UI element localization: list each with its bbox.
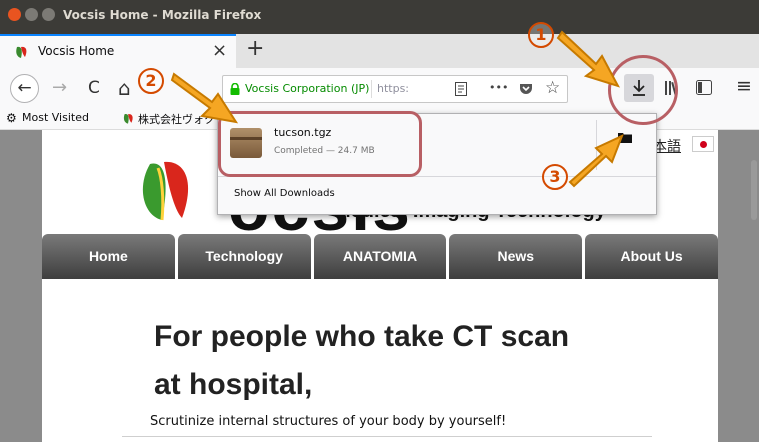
- japan-flag-icon[interactable]: [692, 136, 714, 152]
- gear-icon: ⚙: [6, 111, 17, 125]
- nav-about-us[interactable]: About Us: [585, 234, 718, 279]
- step-1-badge: 1: [528, 22, 554, 48]
- window-maximize-button[interactable]: [42, 8, 55, 21]
- reload-button[interactable]: C: [88, 78, 100, 98]
- tab-close-icon[interactable]: ×: [212, 40, 227, 61]
- nav-technology[interactable]: Technology: [177, 234, 311, 279]
- subheading: Scrutinize internal structures of your b…: [150, 414, 507, 429]
- reader-view-icon[interactable]: [455, 82, 467, 96]
- url-text[interactable]: https:: [377, 82, 409, 95]
- nav-news[interactable]: News: [449, 234, 583, 279]
- arrow-to-downloads-icon: [556, 30, 621, 88]
- show-all-downloads-button[interactable]: Show All Downloads: [234, 188, 335, 199]
- bookmark-most-visited[interactable]: Most Visited: [22, 111, 89, 124]
- highlight-download-item: [218, 111, 422, 177]
- headline-line-1: For people who take CT scan: [154, 320, 570, 353]
- vocsis-bookmark-icon: [123, 114, 133, 124]
- window-minimize-button[interactable]: [25, 8, 38, 21]
- nav-home[interactable]: Home: [42, 234, 175, 279]
- title-bar: Vocsis Home - Mozilla Firefox: [0, 0, 759, 34]
- arrow-to-download-item-icon: [170, 72, 239, 124]
- new-tab-button[interactable]: +: [246, 36, 264, 61]
- back-button[interactable]: ←: [10, 74, 39, 103]
- hamburger-menu-button[interactable]: ≡: [736, 75, 752, 97]
- vocsis-favicon-icon: [16, 46, 27, 58]
- nav-anatomia[interactable]: ANATOMIA: [313, 234, 447, 279]
- step-2-badge: 2: [138, 68, 164, 94]
- url-bar[interactable]: Vocsis Corporation (JP) https: ••• ☆: [222, 75, 568, 103]
- scrollbar-thumb[interactable]: [751, 160, 757, 220]
- site-identity[interactable]: Vocsis Corporation (JP): [245, 82, 369, 95]
- home-button[interactable]: ⌂: [118, 76, 131, 100]
- more-actions-button[interactable]: •••: [489, 81, 508, 94]
- vocsis-logo-icon: [142, 161, 189, 221]
- url-separator: [371, 80, 372, 98]
- arrow-to-folder-icon: [568, 134, 624, 188]
- site-navigation: Home Technology ANATOMIA News About Us: [42, 234, 718, 279]
- window-title: Vocsis Home - Mozilla Firefox: [63, 8, 262, 22]
- tab-label: Vocsis Home: [38, 44, 115, 58]
- forward-button[interactable]: →: [52, 77, 67, 98]
- japanese-language-link[interactable]: 本語: [653, 136, 681, 156]
- step-3-badge: 3: [542, 164, 568, 190]
- divider: [122, 436, 652, 437]
- sidebar-icon[interactable]: [696, 80, 712, 95]
- headline-line-2: at hospital,: [154, 368, 313, 401]
- window-close-button[interactable]: [8, 8, 21, 21]
- pocket-icon[interactable]: [519, 82, 533, 96]
- tab-vocsis-home[interactable]: Vocsis Home ×: [0, 34, 236, 68]
